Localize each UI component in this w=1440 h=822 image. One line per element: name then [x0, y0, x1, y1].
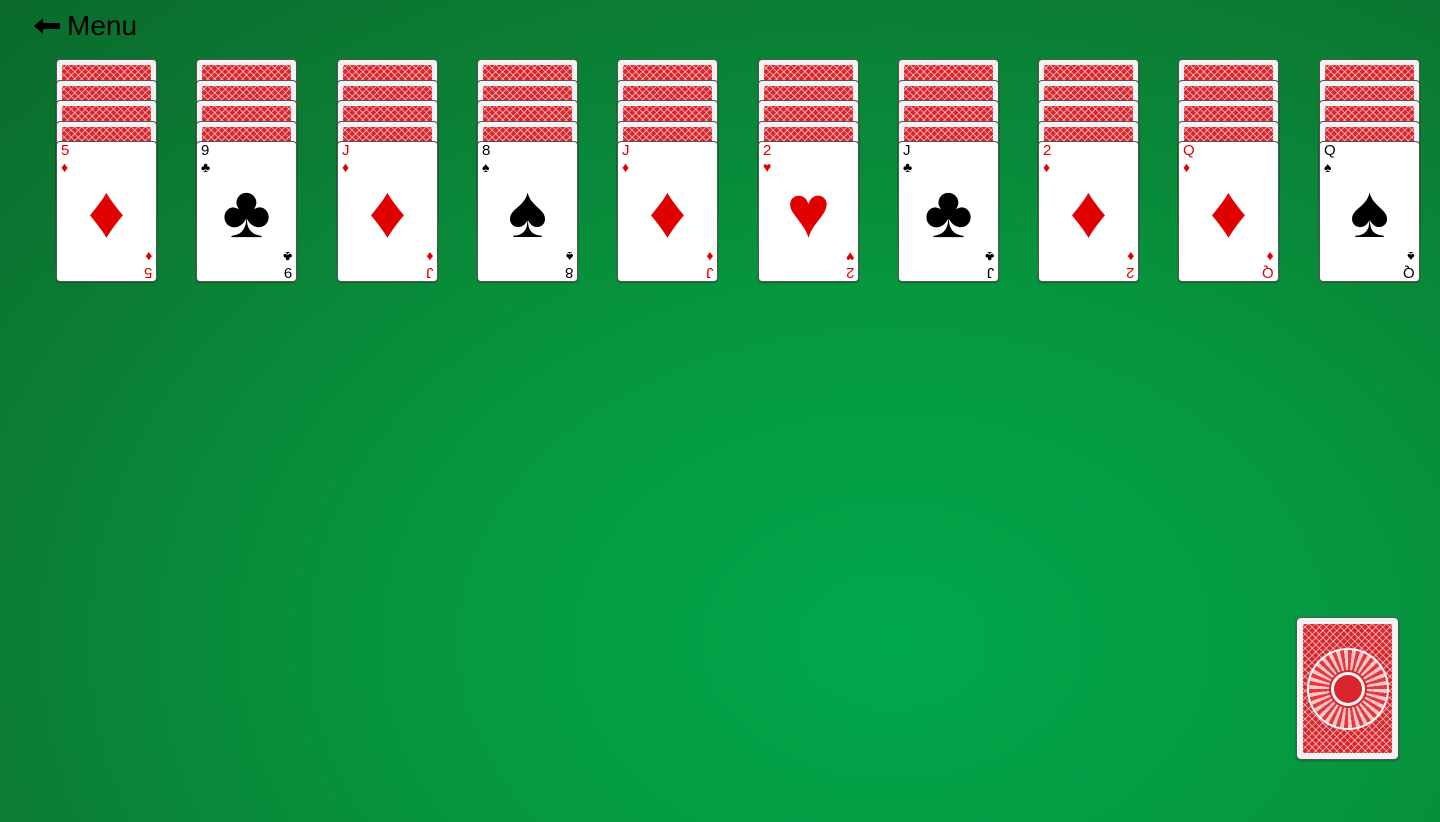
- diamonds-icon: ♦: [425, 249, 433, 265]
- card-rank: 5: [61, 142, 70, 159]
- tableau-column[interactable]: 9 ♣ ♣ 9 ♣: [196, 59, 299, 287]
- face-up-card[interactable]: Q ♦ ♦ Q ♦: [1178, 141, 1279, 282]
- card-rank: J: [903, 142, 911, 159]
- card-rank: J: [425, 264, 434, 281]
- face-up-card[interactable]: J ♦ ♦ J ♦: [337, 141, 438, 282]
- diamonds-icon: ♦: [705, 249, 713, 265]
- tableau-column[interactable]: J ♦ ♦ J ♦: [337, 59, 440, 287]
- clubs-icon: ♣: [984, 249, 994, 265]
- card-corner-inverted: 9 ♣: [282, 249, 292, 281]
- card-corner-inverted: Q ♦: [1262, 249, 1274, 281]
- card-rank: 2: [1043, 142, 1052, 159]
- menu-button[interactable]: Menu: [34, 9, 137, 43]
- clubs-icon: ♣: [903, 159, 913, 175]
- menu-label: Menu: [67, 10, 138, 41]
- card-corner-inverted: 2 ♥: [845, 249, 854, 281]
- card-corner-inverted: 5 ♦: [143, 249, 152, 281]
- card-rank: Q: [1262, 264, 1274, 281]
- face-up-card[interactable]: 2 ♦ ♦ 2 ♦: [1038, 141, 1139, 282]
- card-corner-inverted: J ♦: [425, 249, 434, 281]
- card-rank: Q: [1183, 142, 1195, 159]
- diamonds-icon: ♦: [1183, 159, 1191, 175]
- card-rank: Q: [1403, 264, 1415, 281]
- face-up-card[interactable]: 8 ♠ ♠ 8 ♠: [477, 141, 578, 282]
- tableau-column[interactable]: Q ♠ ♠ Q ♠: [1319, 59, 1422, 287]
- tableau-column[interactable]: 2 ♦ ♦ 2 ♦: [1038, 59, 1141, 287]
- card-rank: J: [622, 142, 630, 159]
- face-up-card[interactable]: J ♣ ♣ J ♣: [898, 141, 999, 282]
- clubs-icon: ♣: [222, 169, 271, 253]
- face-up-card[interactable]: 9 ♣ ♣ 9 ♣: [196, 141, 297, 282]
- diamonds-icon: ♦: [368, 169, 407, 253]
- card-corner-inverted: J ♦: [705, 249, 714, 281]
- card-rank: 2: [763, 142, 772, 159]
- face-up-card[interactable]: J ♦ ♦ J ♦: [617, 141, 718, 282]
- diamonds-icon: ♦: [1209, 169, 1248, 253]
- clubs-icon: ♣: [282, 249, 292, 265]
- clubs-icon: ♣: [924, 169, 973, 253]
- tableau: 5 ♦ ♦ 5 ♦ 9 ♣ ♣ 9 ♣ J ♦ ♦ J ♦ 8 ♠ ♠ 8 ♠ J ♦ ♦ J ♦ 2 ♥ ♥ 2 ♥ J ♣ ♣ J ♣ 2 ♦ ♦ 2 ♦…: [56, 59, 1422, 289]
- tableau-column[interactable]: 8 ♠ ♠ 8 ♠: [477, 59, 580, 287]
- diamonds-icon: ♦: [144, 249, 152, 265]
- diamonds-icon: ♦: [61, 159, 69, 175]
- arrow-left-icon: [34, 18, 60, 34]
- spades-icon: ♠: [1349, 169, 1390, 253]
- face-up-card[interactable]: Q ♠ ♠ Q ♠: [1319, 141, 1420, 282]
- card-corner-inverted: 8 ♠: [564, 249, 573, 281]
- hearts-icon: ♥: [763, 159, 772, 175]
- card-corner-inverted: Q ♠: [1403, 249, 1415, 281]
- card-rank: Q: [1324, 142, 1336, 159]
- diamonds-icon: ♦: [622, 159, 630, 175]
- face-up-card[interactable]: 5 ♦ ♦ 5 ♦: [56, 141, 157, 282]
- spades-icon: ♠: [1324, 159, 1332, 175]
- card-rank: 5: [143, 264, 152, 281]
- spades-icon: ♠: [565, 249, 573, 265]
- card-rank: 9: [283, 264, 292, 281]
- tableau-column[interactable]: 5 ♦ ♦ 5 ♦: [56, 59, 159, 287]
- spades-icon: ♠: [507, 169, 548, 253]
- card-rank: J: [705, 264, 714, 281]
- diamonds-icon: ♦: [87, 169, 126, 253]
- tableau-column[interactable]: J ♣ ♣ J ♣: [898, 59, 1001, 287]
- tableau-column[interactable]: J ♦ ♦ J ♦: [617, 59, 720, 287]
- face-up-card[interactable]: 2 ♥ ♥ 2 ♥: [758, 141, 859, 282]
- spades-icon: ♠: [482, 159, 490, 175]
- card-rank: 8: [482, 142, 491, 159]
- diamonds-icon: ♦: [1069, 169, 1108, 253]
- card-back-pattern: [1303, 624, 1392, 753]
- card-corner-inverted: 2 ♦: [1125, 249, 1134, 281]
- stock-pile[interactable]: [1296, 617, 1399, 760]
- card-rank: 8: [564, 264, 573, 281]
- tableau-column[interactable]: 2 ♥ ♥ 2 ♥: [758, 59, 861, 287]
- card-rank: J: [986, 264, 995, 281]
- card-rank: 2: [1125, 264, 1134, 281]
- card-corner-inverted: J ♣: [984, 249, 995, 281]
- diamonds-icon: ♦: [1043, 159, 1051, 175]
- card-back-medallion: [1308, 649, 1387, 728]
- diamonds-icon: ♦: [1126, 249, 1134, 265]
- spades-icon: ♠: [1407, 249, 1415, 265]
- diamonds-icon: ♦: [1266, 249, 1274, 265]
- hearts-icon: ♥: [845, 249, 854, 265]
- hearts-icon: ♥: [786, 169, 831, 253]
- tableau-column[interactable]: Q ♦ ♦ Q ♦: [1178, 59, 1281, 287]
- diamonds-icon: ♦: [648, 169, 687, 253]
- card-rank: 9: [201, 142, 210, 159]
- card-rank: 2: [845, 264, 854, 281]
- card-rank: J: [342, 142, 350, 159]
- clubs-icon: ♣: [201, 159, 211, 175]
- diamonds-icon: ♦: [342, 159, 350, 175]
